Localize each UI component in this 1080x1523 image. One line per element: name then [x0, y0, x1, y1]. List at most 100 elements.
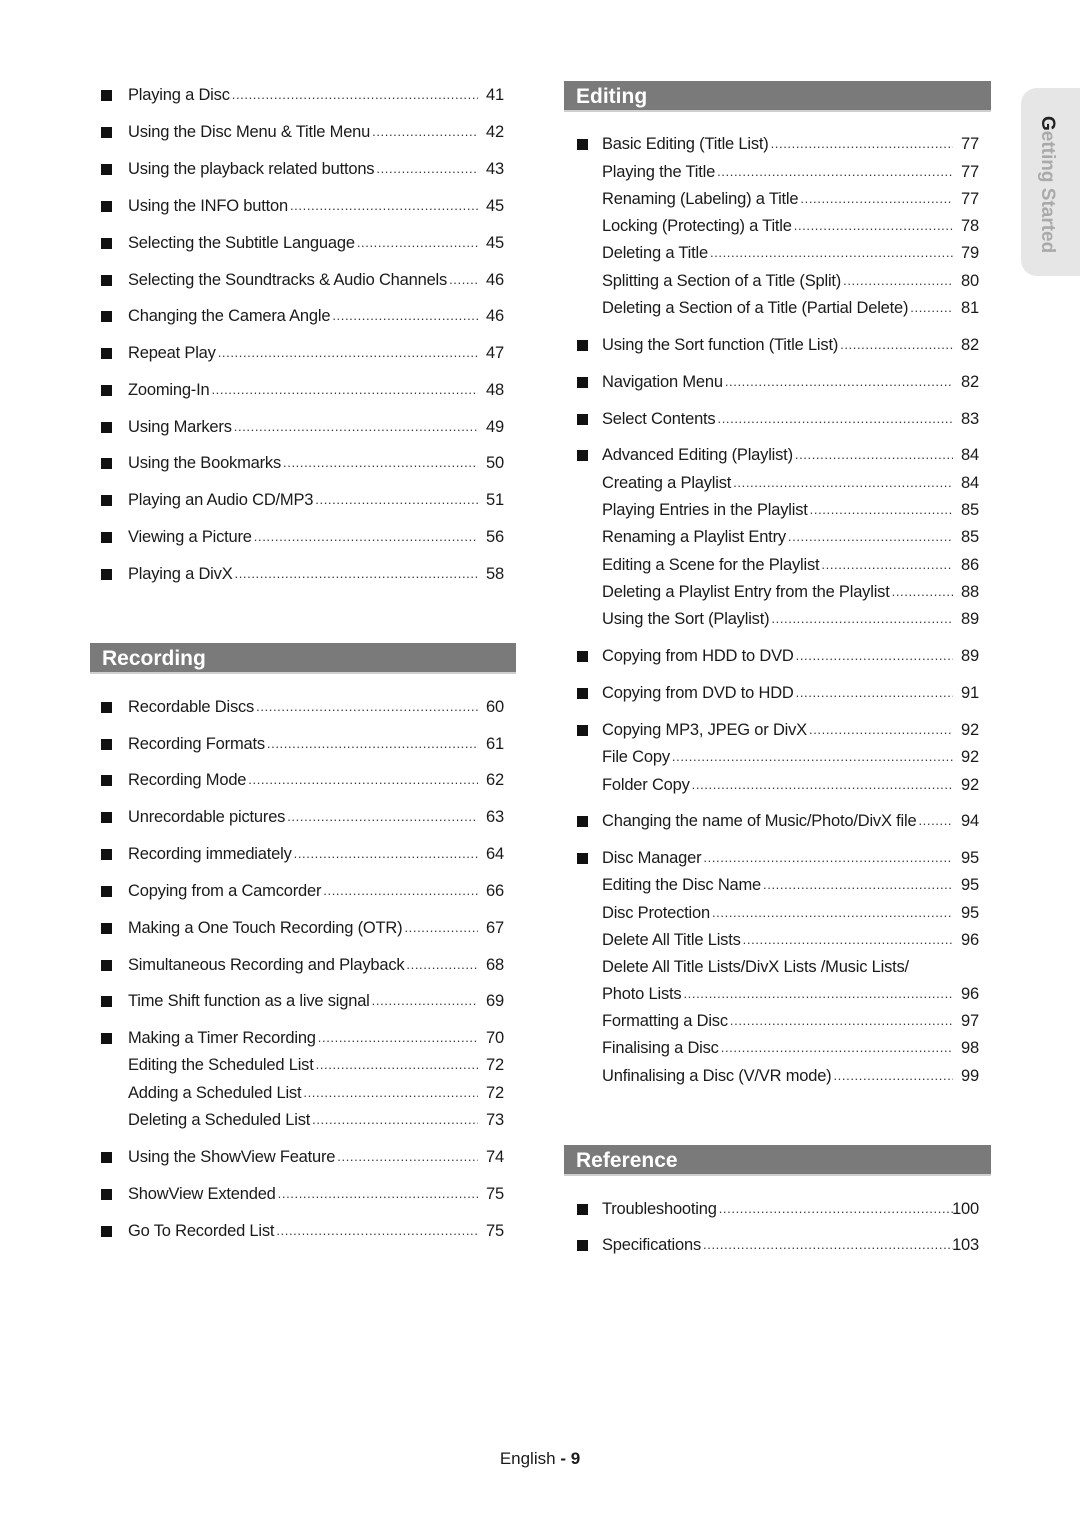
- toc-entry-label: Deleting a Title: [602, 241, 953, 265]
- toc-entry[interactable]: Recording immediately 64: [90, 842, 516, 866]
- toc-entry[interactable]: Copying from a Camcorder 66: [90, 879, 516, 903]
- toc-entry[interactable]: Photo Lists 96: [564, 982, 991, 1006]
- toc-entry[interactable]: Simultaneous Recording and Playback 68: [90, 953, 516, 977]
- toc-entry-page-number: 100: [952, 1200, 979, 1218]
- toc-entry[interactable]: File Copy 92: [564, 745, 991, 769]
- toc-entry[interactable]: Editing a Scene for the Playlist 86: [564, 553, 991, 577]
- dot-leader: [290, 194, 478, 218]
- toc-entry-label: Selecting the Subtitle Language: [128, 231, 478, 255]
- toc-entry[interactable]: Folder Copy 92: [564, 773, 991, 797]
- toc-entry[interactable]: Copying MP3, JPEG or DivX 92: [564, 718, 991, 742]
- toc-entry[interactable]: Using the playback related buttons 43: [90, 157, 516, 181]
- toc-entry-page-number: 77: [961, 190, 979, 208]
- toc-entry[interactable]: Select Contents 83: [564, 407, 991, 431]
- toc-entry[interactable]: Playing an Audio CD/MP3 51: [90, 488, 516, 512]
- toc-entry[interactable]: Troubleshooting 100: [564, 1197, 991, 1221]
- toc-entry-title: Editing a Scene for the Playlist: [602, 556, 820, 574]
- toc-entry[interactable]: Changing the name of Music/Photo/DivX fi…: [564, 809, 991, 833]
- toc-entry[interactable]: Go To Recorded List 75: [90, 1219, 516, 1243]
- toc-entry-title: Folder Copy: [602, 776, 690, 794]
- toc-entry[interactable]: Changing the Camera Angle 46: [90, 304, 516, 328]
- toc-entry[interactable]: Copying from DVD to HDD 91: [564, 681, 991, 705]
- toc-entry[interactable]: Disc Manager 95: [564, 846, 991, 870]
- toc-entry[interactable]: Adding a Scheduled List 72: [90, 1081, 516, 1105]
- toc-entry[interactable]: Playing the Title 77: [564, 160, 991, 184]
- dot-leader: [703, 846, 953, 870]
- toc-entry-label: Editing the Scheduled List: [128, 1053, 478, 1077]
- toc-entry[interactable]: Recording Formats 61: [90, 732, 516, 756]
- toc-entry[interactable]: Recording Mode 62: [90, 768, 516, 792]
- toc-entry[interactable]: Locking (Protecting) a Title 78: [564, 214, 991, 238]
- toc-entry[interactable]: Using Markers 49: [90, 415, 516, 439]
- toc-entry[interactable]: Using the INFO button 45: [90, 194, 516, 218]
- toc-entry[interactable]: Basic Editing (Title List) 77: [564, 132, 991, 156]
- toc-entry[interactable]: Playing a DivX 58: [90, 562, 516, 586]
- toc-entry[interactable]: Playing a Disc 41: [90, 83, 516, 107]
- toc-entry-page-number: 92: [961, 721, 979, 739]
- toc-entry-page-number: 95: [961, 876, 979, 894]
- toc-entry[interactable]: Playing Entries in the Playlist 85: [564, 498, 991, 522]
- toc-entry[interactable]: Selecting the Soundtracks & Audio Channe…: [90, 268, 516, 292]
- dot-leader: [672, 745, 953, 769]
- toc-entry[interactable]: Copying from HDD to DVD 89: [564, 644, 991, 668]
- toc-entry[interactable]: Deleting a Title 79: [564, 241, 991, 265]
- toc-entry-title: Navigation Menu: [602, 373, 723, 391]
- toc-entry-title: Using the ShowView Feature: [128, 1148, 336, 1166]
- toc-entry-label: Recording immediately: [128, 842, 478, 866]
- toc-entry[interactable]: Deleting a Scheduled List 73: [90, 1108, 516, 1132]
- toc-entry[interactable]: Unfinalising a Disc (V/VR mode) 99: [564, 1064, 991, 1088]
- toc-entry[interactable]: Unrecordable pictures 63: [90, 805, 516, 829]
- toc-entry[interactable]: Using the Bookmarks 50: [90, 451, 516, 475]
- toc-entry-label: Copying from HDD to DVD: [602, 644, 953, 668]
- toc-entry-label: Adding a Scheduled List: [128, 1081, 478, 1105]
- toc-entry[interactable]: Using the Sort function (Title List) 82: [564, 333, 991, 357]
- toc-entry[interactable]: Zooming-In 48: [90, 378, 516, 402]
- toc-entry[interactable]: Formatting a Disc 97: [564, 1009, 991, 1033]
- toc-entry[interactable]: Renaming (Labeling) a Title 77: [564, 187, 991, 211]
- dot-leader: [357, 231, 478, 255]
- dot-leader: [267, 732, 478, 756]
- dot-leader: [376, 157, 478, 181]
- toc-entry-page-number: 79: [961, 244, 979, 262]
- toc-entry[interactable]: Viewing a Picture 56: [90, 525, 516, 549]
- toc-entry-title: Simultaneous Recording and Playback: [128, 956, 405, 974]
- toc-entry[interactable]: Advanced Editing (Playlist) 84: [564, 443, 991, 467]
- toc-entry[interactable]: Making a Timer Recording 70: [90, 1026, 516, 1050]
- toc-entry[interactable]: Creating a Playlist 84: [564, 471, 991, 495]
- square-bullet-icon: [101, 702, 112, 713]
- toc-entry[interactable]: Finalising a Disc 98: [564, 1036, 991, 1060]
- toc-entry[interactable]: Selecting the Subtitle Language 45: [90, 231, 516, 255]
- toc-entry[interactable]: Disc Protection 95: [564, 901, 991, 925]
- toc-entry-title: Photo Lists: [602, 985, 682, 1003]
- toc-entry[interactable]: Specifications 103: [564, 1233, 991, 1257]
- toc-entry[interactable]: Editing the Scheduled List 72: [90, 1053, 516, 1077]
- toc-entry[interactable]: Editing the Disc Name 95: [564, 873, 991, 897]
- toc-entry[interactable]: Making a One Touch Recording (OTR) 67: [90, 916, 516, 940]
- toc-entry[interactable]: Using the Disc Menu & Title Menu 42: [90, 120, 516, 144]
- toc-entry[interactable]: Deleting a Playlist Entry from the Playl…: [564, 580, 991, 604]
- toc-entry-label: Using the Sort function (Title List): [602, 333, 953, 357]
- toc-entry[interactable]: Time Shift function as a live signal 69: [90, 989, 516, 1013]
- square-bullet-icon: [577, 377, 588, 388]
- toc-entry[interactable]: Splitting a Section of a Title (Split) 80: [564, 269, 991, 293]
- toc-entry-label: Using the ShowView Feature: [128, 1145, 478, 1169]
- toc-entry[interactable]: Using the Sort (Playlist) 89: [564, 607, 991, 631]
- toc-entry[interactable]: Delete All Title Lists 96: [564, 928, 991, 952]
- square-bullet-icon: [101, 923, 112, 934]
- toc-entry[interactable]: Navigation Menu 82: [564, 370, 991, 394]
- toc-entry-page-number: 84: [961, 474, 979, 492]
- toc-entry[interactable]: Repeat Play 47: [90, 341, 516, 365]
- square-bullet-icon: [101, 849, 112, 860]
- toc-entry-label: Copying from DVD to HDD: [602, 681, 953, 705]
- toc-entry[interactable]: Using the ShowView Feature 74: [90, 1145, 516, 1169]
- toc-entry-page-number: 47: [486, 344, 504, 362]
- toc-entry-label: Advanced Editing (Playlist): [602, 443, 953, 467]
- toc-entry[interactable]: ShowView Extended 75: [90, 1182, 516, 1206]
- toc-entry[interactable]: Delete All Title Lists/DivX Lists /Music…: [564, 955, 991, 979]
- toc-entry[interactable]: Renaming a Playlist Entry 85: [564, 525, 991, 549]
- square-bullet-icon: [101, 201, 112, 212]
- toc-entry[interactable]: Recordable Discs 60: [90, 695, 516, 719]
- side-tab-first-letter: G: [1037, 116, 1058, 131]
- toc-entry[interactable]: Deleting a Section of a Title (Partial D…: [564, 296, 991, 320]
- dot-leader: [234, 415, 478, 439]
